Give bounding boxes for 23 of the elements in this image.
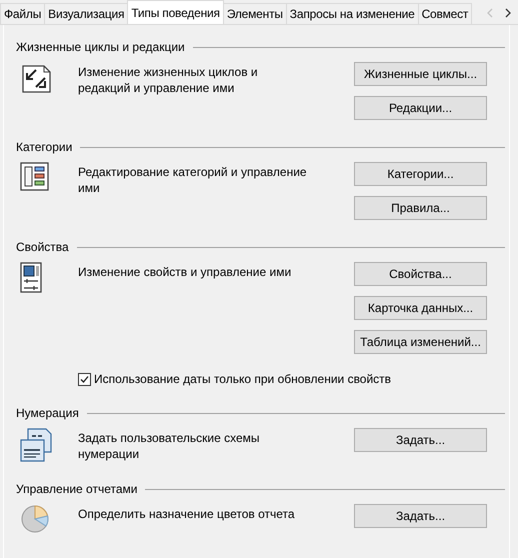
- tab[interactable]: Совмест: [418, 3, 472, 24]
- action-button[interactable]: Редакции...: [354, 96, 487, 120]
- section-title: Управление отчетами: [16, 482, 138, 496]
- tab[interactable]: Файлы: [0, 3, 46, 24]
- action-button[interactable]: Свойства...: [354, 262, 487, 286]
- section-description: Изменение жизненных циклов и редакций и управление ими: [78, 64, 259, 97]
- section-description: Определить назначение цветов отчета: [78, 506, 296, 523]
- section-title: Свойства: [16, 240, 69, 254]
- section-description: Изменение свойств и управление ими: [78, 264, 292, 281]
- section-description: Редактирование категорий и управление ими: [78, 164, 308, 197]
- update-date-checkbox[interactable]: Использование даты только при обновлении свойств: [78, 372, 505, 386]
- section-description: Задать пользовательские схемы нумерации: [78, 430, 261, 462]
- action-button[interactable]: Таблица изменений...: [354, 330, 487, 354]
- action-button[interactable]: Жизненные циклы...: [354, 62, 487, 86]
- action-button[interactable]: Карточка данных...: [354, 296, 487, 320]
- section-title: Категории: [16, 140, 72, 154]
- tab[interactable]: Типы поведения: [127, 0, 224, 24]
- action-button[interactable]: Категории...: [354, 162, 487, 186]
- action-button[interactable]: Задать...: [354, 504, 487, 528]
- section-title: Жизненные циклы и редакции: [16, 40, 185, 54]
- action-button[interactable]: Правила...: [354, 196, 487, 220]
- section-title: Нумерация: [16, 406, 79, 420]
- action-button[interactable]: Задать...: [354, 428, 487, 452]
